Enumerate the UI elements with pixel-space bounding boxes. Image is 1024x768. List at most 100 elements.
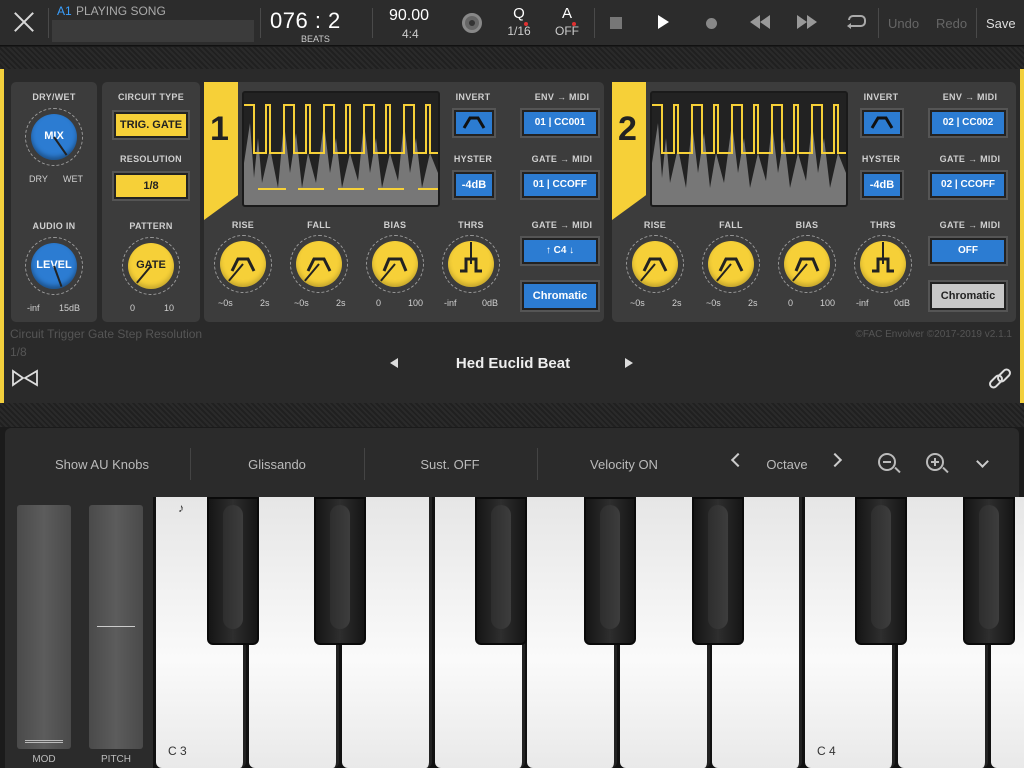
level-knob[interactable]: LEVEL xyxy=(25,237,83,295)
black-key[interactable] xyxy=(584,497,636,645)
octave-up-icon[interactable] xyxy=(827,452,843,468)
black-key[interactable] xyxy=(692,497,744,645)
rise-label: RISE xyxy=(643,220,667,230)
tempo-display[interactable]: 90.00 xyxy=(389,7,429,25)
black-key[interactable] xyxy=(963,497,1015,645)
env-midi-button-2[interactable]: 02 | CC002 xyxy=(930,110,1006,136)
invert-label: INVERT xyxy=(863,92,899,102)
scale-button-2[interactable]: Chromatic xyxy=(930,282,1006,310)
link-icon[interactable] xyxy=(986,367,1014,393)
envelope-panel-1: 1 INVERT HYSTER -4dB ENV → MIDI 01 | CC0… xyxy=(204,82,604,322)
drywet-min: DRY xyxy=(29,174,48,184)
stop-icon[interactable] xyxy=(610,17,622,29)
octave-label: Octave xyxy=(766,457,808,472)
fast-forward-icon[interactable] xyxy=(797,15,817,29)
sustain-button[interactable]: Sust. OFF xyxy=(393,457,507,472)
undo-button[interactable]: Undo xyxy=(888,16,919,31)
octave-down-icon[interactable] xyxy=(730,452,746,468)
circuit-type-button[interactable]: TRIG. GATE xyxy=(114,112,188,138)
track-overview[interactable] xyxy=(52,20,254,42)
rise-knob-2[interactable] xyxy=(626,235,684,293)
bias-label: BIAS xyxy=(795,220,819,230)
play-icon[interactable] xyxy=(658,15,669,29)
zoom-in-icon[interactable] xyxy=(926,453,944,471)
status-value: 1/8 xyxy=(10,345,27,359)
collapse-icon[interactable] xyxy=(976,455,989,468)
quantize-button[interactable]: Q 1/16 xyxy=(499,5,539,38)
divider xyxy=(594,8,595,38)
rise-max: 2s xyxy=(260,298,270,308)
fall-min: ~0s xyxy=(706,298,721,308)
invert-button-1[interactable] xyxy=(454,110,494,136)
fall-knob-2[interactable] xyxy=(702,235,760,293)
prev-preset-icon[interactable] xyxy=(390,358,398,368)
rise-min: ~0s xyxy=(630,298,645,308)
redo-button[interactable]: Redo xyxy=(936,16,967,31)
black-key[interactable] xyxy=(314,497,366,645)
scale-button-1[interactable]: Chromatic xyxy=(522,282,598,310)
rise-min: ~0s xyxy=(218,298,233,308)
gate-midi-button-1[interactable]: 01 | CCOFF xyxy=(522,172,598,198)
show-au-knobs-button[interactable]: Show AU Knobs xyxy=(45,457,159,472)
envelope-shape-icon xyxy=(462,116,486,129)
glissando-button[interactable]: Glissando xyxy=(219,457,335,472)
fall-knob-1[interactable] xyxy=(290,235,348,293)
save-button[interactable]: Save xyxy=(986,16,1016,31)
song-position[interactable]: 076 : 2 xyxy=(270,8,341,34)
close-icon[interactable] xyxy=(10,8,38,36)
note-icon: ♪ xyxy=(178,501,184,515)
black-key[interactable] xyxy=(207,497,259,645)
gate-note-button-1[interactable]: ↑ C4 ↓ xyxy=(522,238,598,264)
thrs-label: THRS xyxy=(458,220,484,230)
gate-midi-label: GATE → MIDI xyxy=(531,154,593,164)
pattern-label: PATTERN xyxy=(129,221,173,231)
mod-wheel[interactable] xyxy=(17,505,71,749)
loop-icon[interactable] xyxy=(845,14,867,30)
fall-label: FALL xyxy=(719,220,743,230)
pitch-wheel[interactable] xyxy=(89,505,143,749)
piano-keyboard: ♪ C 3 C 4 xyxy=(153,497,1024,768)
position-unit: BEATS xyxy=(301,34,330,44)
black-key[interactable] xyxy=(855,497,907,645)
rise-knob-1[interactable] xyxy=(214,235,272,293)
bias-knob-1[interactable] xyxy=(366,235,424,293)
track-id: A1 xyxy=(57,4,72,18)
thrs-knob-1[interactable] xyxy=(442,235,500,293)
mix-knob[interactable]: MIX xyxy=(25,108,83,166)
hyster-label: HYSTER xyxy=(861,154,901,164)
time-signature[interactable]: 4:4 xyxy=(402,27,419,41)
resolution-button[interactable]: 1/8 xyxy=(114,173,188,199)
hyster-button-1[interactable]: -4dB xyxy=(454,172,494,198)
autoscroll-button[interactable]: A OFF xyxy=(547,5,587,38)
gate-midi-button-2[interactable]: 02 | CCOFF xyxy=(930,172,1006,198)
velocity-button[interactable]: Velocity ON xyxy=(567,457,681,472)
invert-label: INVERT xyxy=(455,92,491,102)
env-midi-label: ENV → MIDI xyxy=(942,92,998,102)
note-label-c3: C 3 xyxy=(168,744,187,758)
zoom-out-icon[interactable] xyxy=(878,453,896,471)
hyster-button-2[interactable]: -4dB xyxy=(862,172,902,198)
waveform-display-1 xyxy=(242,91,440,207)
next-preset-icon[interactable] xyxy=(625,358,633,368)
envelope-number: 2 xyxy=(618,110,637,148)
thrs-knob-2[interactable] xyxy=(854,235,912,293)
metronome-icon[interactable] xyxy=(462,13,482,33)
speaker-icon[interactable] xyxy=(11,367,41,391)
divider xyxy=(976,8,977,38)
gate-note-button-2[interactable]: OFF xyxy=(930,238,1006,264)
preset-name[interactable]: Hed Euclid Beat xyxy=(440,355,586,372)
pattern-knob[interactable]: GATE xyxy=(122,237,180,295)
thrs-min: -inf xyxy=(856,298,869,308)
mod-wheel-indicator xyxy=(25,740,63,743)
fall-max: 2s xyxy=(748,298,758,308)
envolver-plugin: DRY/WET MIX DRY WET AUDIO IN LEVEL -inf … xyxy=(0,69,1024,403)
rewind-icon[interactable] xyxy=(750,15,770,29)
thrs-label: THRS xyxy=(870,220,896,230)
divider xyxy=(260,8,261,38)
env-midi-button-1[interactable]: 01 | CC001 xyxy=(522,110,598,136)
bias-knob-2[interactable] xyxy=(778,235,836,293)
record-icon[interactable] xyxy=(706,18,717,29)
black-key[interactable] xyxy=(475,497,527,645)
invert-button-2[interactable] xyxy=(862,110,902,136)
thrs-max: 0dB xyxy=(482,298,499,308)
